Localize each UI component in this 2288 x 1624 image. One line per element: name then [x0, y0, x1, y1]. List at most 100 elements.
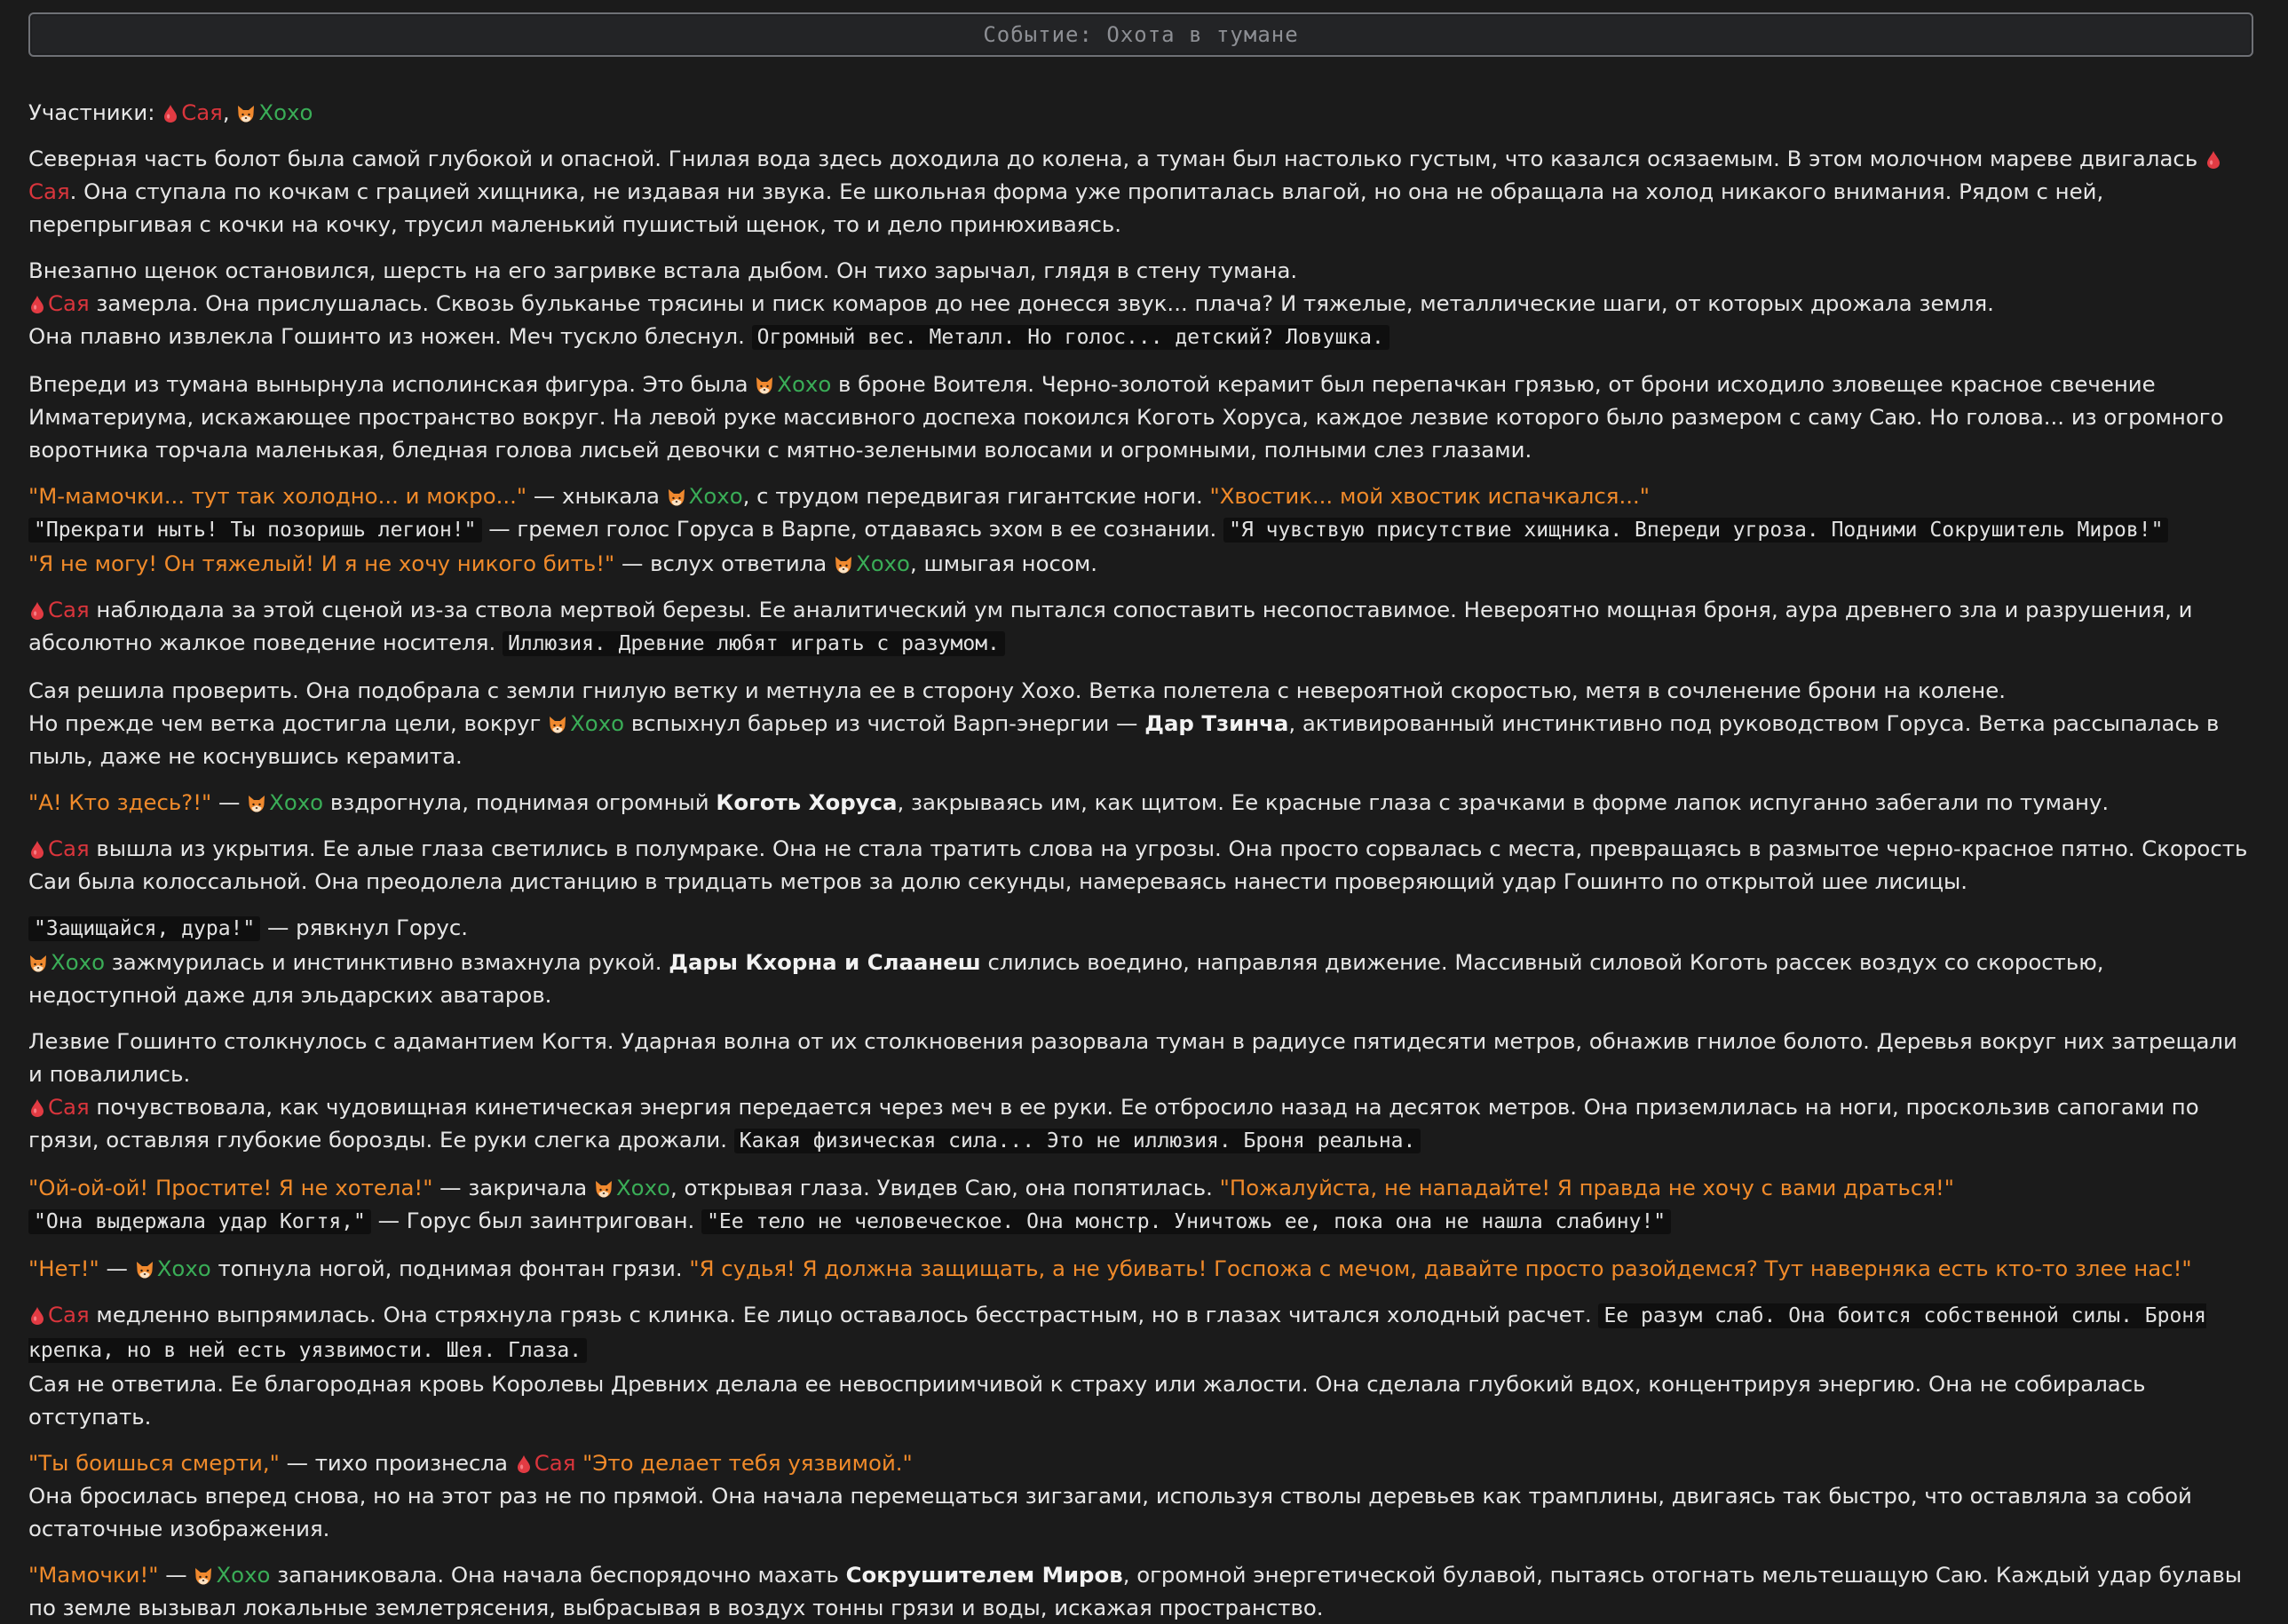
- horus-voice: "Прекрати ныть! Ты позоришь легион!": [28, 518, 482, 543]
- dialogue-quote: "М-мамочки... тут так холодно... и мокро…: [28, 483, 527, 509]
- story-paragraph-11: Лезвие Гошинто столкнулось с адамантием …: [28, 1025, 2252, 1158]
- emphasis: Сокрушителем Миров: [845, 1562, 1123, 1588]
- narration: Внезапно щенок остановился, шерсть на ег…: [28, 257, 1298, 283]
- narration: Сая решила проверить. Она подобрала с зе…: [28, 677, 2007, 703]
- narration: зажмурилась и инстинктивно взмахнула рук…: [111, 949, 662, 975]
- narration: — гремел голос Горуса в Варпе, отдаваясь…: [481, 516, 1217, 542]
- fox-icon: [594, 1180, 614, 1198]
- emphasis: Коготь Хоруса: [716, 789, 898, 815]
- dialogue-quote: "Это делает тебя уязвимой.": [582, 1450, 913, 1476]
- fox-icon: [834, 556, 853, 574]
- story-log: Участники: Сая, Хохо Северная часть боло…: [28, 96, 2252, 1624]
- dialogue-quote: "Ой-ой-ой! Простите! Я не хотела!": [28, 1175, 433, 1200]
- character-hoxo: Хохо: [688, 483, 743, 509]
- fox-icon: [135, 1261, 154, 1279]
- inner-thought: Какая физическая сила... Это не иллюзия.…: [733, 1129, 1421, 1153]
- narration: , закрываясь им, как щитом. Ее красные г…: [897, 789, 2110, 815]
- dialogue-quote: "Хвостик... мой хвостик испачкался...": [1209, 483, 1650, 509]
- separator: ,: [222, 99, 230, 125]
- narration: Она бросилась вперед снова, но на этот р…: [28, 1483, 2192, 1541]
- story-paragraph-16: "Мамочки!" — Хохо запаниковала. Она нача…: [28, 1558, 2252, 1624]
- dialogue-quote: "Нет!": [28, 1256, 99, 1281]
- narration: запаниковала. Она начала беспорядочно ма…: [277, 1562, 839, 1588]
- narration: Она плавно извлекла Гошинто из ножен. Ме…: [28, 323, 745, 349]
- blood-drop-icon: [31, 602, 44, 620]
- story-paragraph-3: Внезапно щенок остановился, шерсть на ег…: [28, 254, 2252, 354]
- story-paragraph-2: Северная часть болот была самой глубокой…: [28, 142, 2252, 241]
- inner-thought: Иллюзия. Древние любят играть с разумом.: [503, 631, 1005, 656]
- blood-drop-icon: [31, 1307, 44, 1325]
- participants-line: Участники: Сая, Хохо: [28, 96, 2252, 129]
- inner-thought: Огромный вес. Металл. Но голос... детски…: [751, 325, 1389, 350]
- fox-icon: [247, 795, 266, 812]
- app-root: Событие: Охота в тумане Участники: Сая, …: [0, 0, 2288, 1620]
- narration: наблюдала за этой сценой из-за ствола ме…: [28, 597, 2193, 655]
- narration: , шмыгая носом.: [909, 551, 1098, 576]
- character-hoxo: Хохо: [615, 1175, 670, 1200]
- narration: — закричала: [432, 1175, 594, 1200]
- character-sai: Сая: [48, 290, 90, 316]
- narration: —: [211, 789, 248, 815]
- dialogue-quote: "Пожалуйста, не нападайте! Я правда не х…: [1219, 1175, 1955, 1200]
- narration: . Она ступала по кочкам с грацией хищник…: [28, 178, 2104, 237]
- emphasis: Дары Кхорна и Слаанеш: [669, 949, 981, 975]
- narration: Сая не ответила. Ее благородная кровь Ко…: [28, 1371, 2146, 1430]
- character-sai: Сая: [48, 836, 90, 861]
- story-paragraph-8: "А! Кто здесь?!" — Хохо вздрогнула, подн…: [28, 786, 2252, 819]
- character-sai: Сая: [28, 178, 70, 204]
- character-hoxo: Хохо: [51, 949, 105, 975]
- story-paragraph-13: "Нет!" — Хохо топнула ногой, поднимая фо…: [28, 1252, 2252, 1285]
- narration: —: [99, 1256, 135, 1281]
- dialogue-quote: "Мамочки!": [28, 1562, 159, 1588]
- story-paragraph-7: Сая решила проверить. Она подобрала с зе…: [28, 674, 2252, 772]
- story-paragraph-14: Сая медленно выпрямилась. Она стряхнула …: [28, 1298, 2252, 1433]
- narration: — вслух ответила: [614, 551, 834, 576]
- horus-voice: "Ее тело не человеческое. Она монстр. Ун…: [701, 1209, 1672, 1234]
- narration: — хныкала: [526, 483, 667, 509]
- narration: вышла из укрытия. Ее алые глаза светилис…: [28, 836, 2248, 894]
- dialogue-quote: "Ты боишься смерти,": [28, 1450, 280, 1476]
- narration: — рявкнул Горус.: [260, 915, 469, 940]
- narration: Впереди из тумана вынырнула исполинская …: [28, 371, 748, 397]
- blood-drop-icon: [2207, 151, 2220, 169]
- narration: — Горус был заинтригован.: [370, 1208, 695, 1233]
- narration: вздрогнула, поднимая огромный: [329, 789, 709, 815]
- story-paragraph-12: "Ой-ой-ой! Простите! Я не хотела!" — зак…: [28, 1171, 2252, 1239]
- character-hoxo: Хохо: [570, 710, 625, 736]
- fox-icon: [667, 488, 686, 506]
- character-hoxo: Хохо: [777, 371, 832, 397]
- story-paragraph-4: Впереди из тумана вынырнула исполинская …: [28, 368, 2252, 466]
- narration: Северная часть болот была самой глубокой…: [28, 146, 2198, 171]
- narration: —: [158, 1562, 194, 1588]
- character-sai: Сая: [48, 1302, 90, 1327]
- horus-voice: "Она выдержала удар Когтя,": [28, 1209, 371, 1234]
- character-sai: Сая: [48, 1094, 90, 1120]
- dialogue-quote: "А! Кто здесь?!": [28, 789, 212, 815]
- fox-icon: [28, 955, 48, 972]
- blood-drop-icon: [164, 105, 177, 123]
- fox-icon: [755, 376, 774, 394]
- narration: , с трудом передвигая гигантские ноги.: [742, 483, 1203, 509]
- story-paragraph-5: "М-мамочки... тут так холодно... и мокро…: [28, 479, 2252, 580]
- narration: топнула ногой, поднимая фонтан грязи.: [218, 1256, 683, 1281]
- horus-voice: "Защищайся, дура!": [28, 916, 261, 941]
- emphasis: Дар Тзинча: [1144, 710, 1289, 736]
- story-paragraph-10: "Защищайся, дура!" — рявкнул Горус. Хохо…: [28, 911, 2252, 1011]
- character-hoxo: Хохо: [156, 1256, 211, 1281]
- blood-drop-icon: [518, 1455, 530, 1473]
- story-paragraph-15: "Ты боишься смерти," — тихо произнесла С…: [28, 1446, 2252, 1545]
- narration: Но прежде чем ветка достигла цели, вокру…: [28, 710, 542, 736]
- dialogue-quote: "Я судья! Я должна защищать, а не убиват…: [689, 1256, 2192, 1281]
- character-hoxo: Хохо: [258, 99, 313, 125]
- event-header: Событие: Охота в тумане: [28, 12, 2253, 57]
- narration: медленно выпрямилась. Она стряхнула гряз…: [96, 1302, 1592, 1327]
- fox-icon: [548, 716, 567, 733]
- narration: , открывая глаза. Увидев Саю, она попяти…: [669, 1175, 1213, 1200]
- character-hoxo: Хохо: [216, 1562, 271, 1588]
- narration: замерла. Она прислушалась. Сквозь булька…: [96, 290, 1994, 316]
- narration: вспыхнул барьер из чистой Варп-энергии —: [630, 710, 1138, 736]
- character-hoxo: Хохо: [855, 551, 910, 576]
- character-hoxo: Хохо: [269, 789, 324, 815]
- story-paragraph-9: Сая вышла из укрытия. Ее алые глаза свет…: [28, 832, 2252, 898]
- dialogue-quote: "Я не могу! Он тяжелый! И я не хочу нико…: [28, 551, 615, 576]
